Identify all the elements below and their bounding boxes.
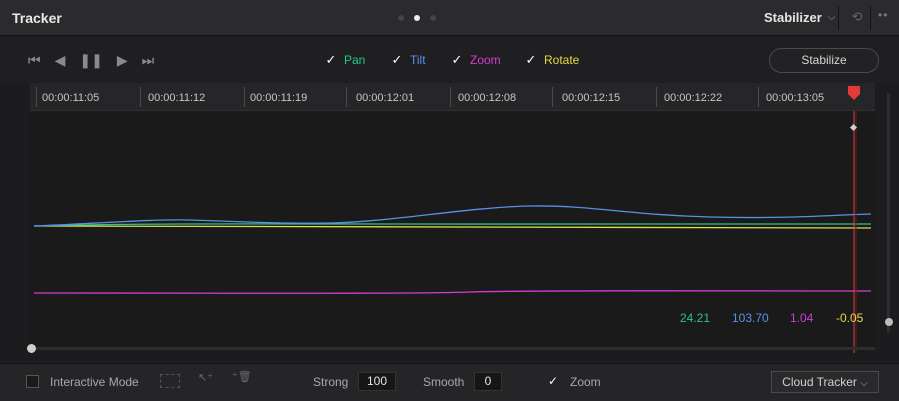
stabilize-button[interactable]: Stabilize	[769, 48, 879, 73]
cloud-tracker-label: Cloud Tracker	[782, 375, 857, 389]
divider	[838, 6, 839, 30]
tilt-checkbox[interactable]: ✓ Tilt	[390, 52, 426, 68]
step-back-icon[interactable]: ◀	[55, 53, 66, 67]
cloud-tracker-dropdown[interactable]: Cloud Tracker ⌵	[771, 371, 879, 393]
jump-to-end-icon[interactable]: ⏭	[142, 53, 155, 67]
page-dot-active[interactable]	[414, 15, 420, 21]
timecode-label: 00:00:12:08	[458, 92, 517, 104]
ruler-tick	[36, 87, 37, 107]
reset-icon[interactable]: ⟲	[848, 9, 866, 27]
timecode-label: 00:00:13:05	[766, 92, 825, 104]
ruler-tick	[450, 87, 451, 107]
ruler-tick	[552, 87, 553, 107]
ruler-tick	[656, 87, 657, 107]
ruler-tick	[758, 87, 759, 107]
pan-label: Pan	[344, 53, 366, 67]
checkmark-icon: ✓	[391, 52, 403, 67]
rotate-checkbox[interactable]: ✓ Rotate	[524, 52, 580, 68]
tilt-curve	[33, 205, 872, 227]
ruler-tick	[140, 87, 141, 107]
timecode-label: 00:00:11:19	[250, 92, 308, 104]
chevron-down-icon: ⌵	[827, 12, 836, 23]
timecode-label: 00:00:12:15	[562, 92, 621, 104]
timecode-label: 00:00:11:12	[148, 92, 206, 104]
pan-readout: 24.21	[680, 311, 711, 325]
checkmark-icon[interactable]: ✓	[548, 374, 558, 388]
rotate-curve	[33, 225, 872, 229]
smooth-label: Smooth	[423, 375, 465, 389]
zoom-label: Zoom	[470, 53, 501, 67]
pan-checkbox[interactable]: ✓ Pan	[324, 52, 366, 68]
zoom-checkbox[interactable]: ✓ Zoom	[450, 52, 501, 68]
interactive-mode-label: Interactive Mode	[50, 375, 139, 389]
transport-controls: ⏮ ◀ ❚❚ ▶ ⏭	[28, 53, 154, 67]
checkmark-icon: ✓	[525, 52, 537, 67]
mode-dropdown[interactable]: Stabilizer ⌵	[764, 10, 835, 25]
play-icon[interactable]: ▶	[117, 53, 128, 67]
strong-label: Strong	[313, 375, 349, 389]
divider	[870, 6, 871, 30]
add-feature-point-icon[interactable]: ↖⁺	[198, 371, 213, 384]
timecode-ruler[interactable]: 00:00:11:05 00:00:11:12 00:00:11:19 00:0…	[30, 83, 875, 111]
interactive-mode-checkbox[interactable]	[26, 375, 39, 388]
more-options-icon[interactable]: ••	[878, 8, 888, 22]
tilt-label: Tilt	[410, 53, 426, 67]
rotate-label: Rotate	[544, 53, 580, 67]
timecode-label: 00:00:12:01	[356, 92, 415, 104]
ruler-tick	[346, 87, 347, 107]
tracker-graph[interactable]: 00:00:11:05 00:00:11:12 00:00:11:19 00:0…	[30, 83, 875, 353]
zoom-curve	[33, 290, 872, 294]
horizontal-scrollbar[interactable]	[30, 347, 875, 350]
chevron-down-icon: ⌵	[860, 378, 868, 389]
page-dot[interactable]	[430, 15, 436, 21]
tracker-toolbar: ⏮ ◀ ❚❚ ▶ ⏭ ✓ Pan ✓ Tilt ✓ Zoom ✓ Rotate …	[0, 37, 899, 83]
vertical-zoom-handle[interactable]	[885, 318, 893, 326]
zoom-readout: 1.04	[790, 311, 814, 325]
vertical-zoom-track[interactable]	[887, 93, 890, 333]
smooth-input[interactable]: 0	[474, 372, 502, 391]
timecode-label: 00:00:12:22	[664, 92, 723, 104]
panel-title: Tracker	[12, 10, 62, 26]
timecode-label: 00:00:11:05	[42, 92, 100, 104]
playhead-marker-icon[interactable]	[847, 85, 861, 101]
ruler-tick	[244, 87, 245, 107]
page-dot[interactable]	[398, 15, 404, 21]
pause-icon[interactable]: ❚❚	[79, 53, 102, 67]
horizontal-scroll-handle[interactable]	[27, 344, 36, 353]
zoom-checkbox-label: Zoom	[570, 375, 601, 389]
jump-to-start-icon[interactable]: ⏮	[28, 53, 41, 67]
checkmark-icon: ✓	[451, 52, 463, 67]
checkmark-icon: ✓	[325, 52, 337, 67]
mode-dropdown-label: Stabilizer	[764, 10, 822, 25]
delete-feature-point-icon[interactable]: ⁺🗑	[232, 370, 252, 383]
page-indicator[interactable]	[398, 15, 436, 21]
title-bar: Tracker Stabilizer ⌵ ⟲ ••	[0, 0, 899, 36]
tilt-readout: 103.70	[732, 311, 769, 325]
rotate-readout: -0.05	[836, 311, 864, 325]
selection-box-icon[interactable]	[160, 374, 180, 388]
strong-input[interactable]: 100	[358, 372, 396, 391]
